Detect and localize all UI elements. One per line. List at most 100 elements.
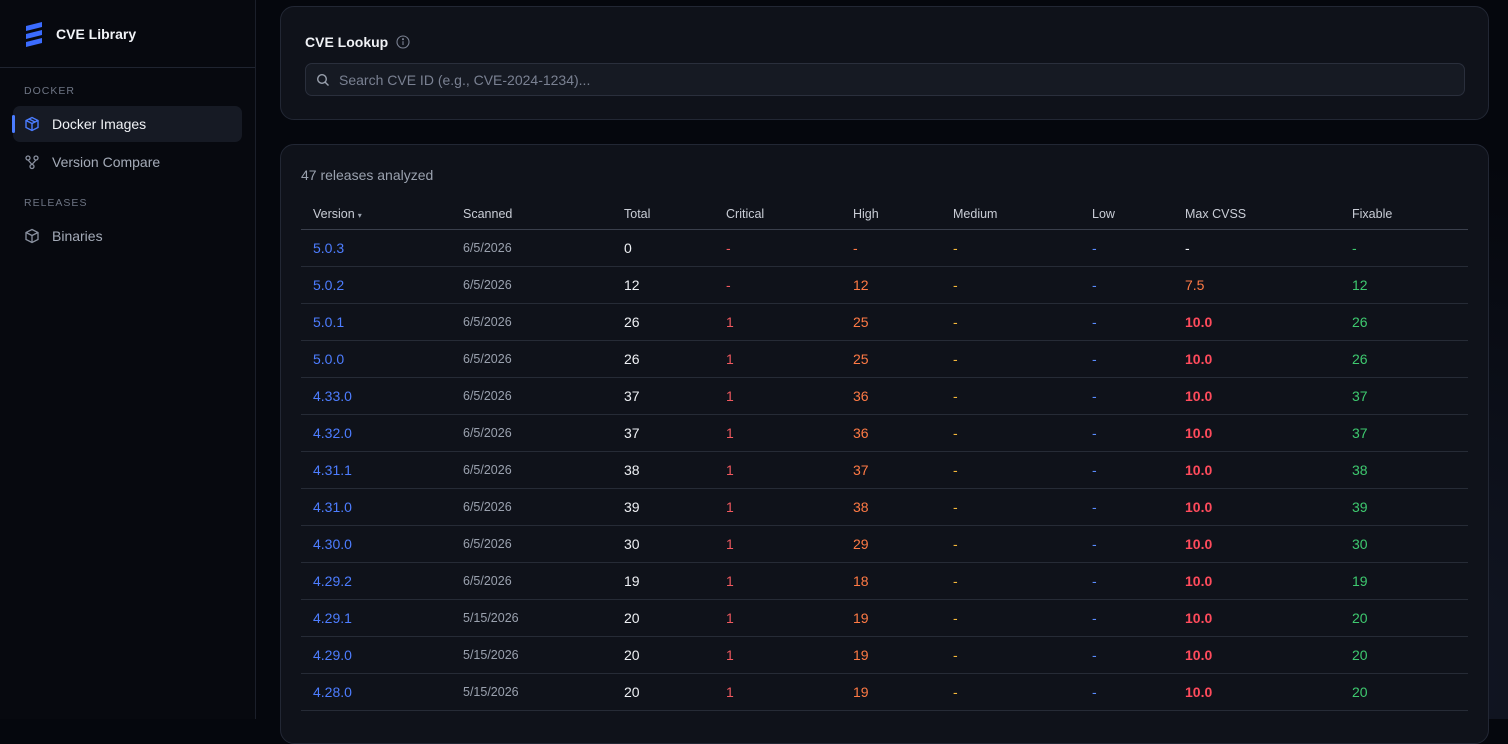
app-name: CVE Library xyxy=(56,25,137,42)
high-count: 25 xyxy=(841,340,941,378)
critical-count: - xyxy=(714,266,841,304)
low-count: - xyxy=(1080,525,1173,563)
cve-search-box[interactable] xyxy=(305,63,1465,96)
table-row[interactable]: 4.33.0 6/5/2026 37 1 36- -10.0 37 xyxy=(301,377,1468,415)
medium-count: - xyxy=(941,229,1080,267)
section-label-docker: DOCKER xyxy=(24,85,75,97)
fixable-count: 39 xyxy=(1340,488,1468,526)
max-cvss: 10.0 xyxy=(1173,599,1340,637)
version-link[interactable]: 4.31.0 xyxy=(301,488,451,526)
version-link[interactable]: 5.0.3 xyxy=(301,229,451,267)
low-count: - xyxy=(1080,488,1173,526)
max-cvss: 10.0 xyxy=(1173,636,1340,674)
sidebar-item-label: Docker Images xyxy=(52,116,147,132)
scanned-date: 6/5/2026 xyxy=(451,377,612,415)
info-icon[interactable] xyxy=(396,35,410,49)
low-count: - xyxy=(1080,414,1173,452)
version-link[interactable]: 5.0.0 xyxy=(301,340,451,378)
scanned-date: 6/5/2026 xyxy=(451,303,612,341)
table-row[interactable]: 4.31.1 6/5/2026 38 1 37- -10.0 38 xyxy=(301,451,1468,489)
total-count: 20 xyxy=(612,636,714,674)
critical-count: 1 xyxy=(714,303,841,341)
version-link[interactable]: 4.33.0 xyxy=(301,377,451,415)
table-row[interactable]: 5.0.3 6/5/2026 0- - - - - - xyxy=(301,229,1468,267)
fixable-count: 38 xyxy=(1340,451,1468,489)
medium-count: - xyxy=(941,488,1080,526)
max-cvss: 10.0 xyxy=(1173,673,1340,711)
low-count: - xyxy=(1080,229,1173,267)
table-row[interactable]: 4.28.0 5/15/2026 20 1 19- -10.0 20 xyxy=(301,673,1468,711)
max-cvss: - xyxy=(1173,229,1340,267)
column-header-max-cvss[interactable]: Max CVSS xyxy=(1173,200,1340,230)
version-link[interactable]: 4.29.2 xyxy=(301,562,451,600)
column-header-scanned[interactable]: Scanned xyxy=(451,200,612,230)
fixable-count: 12 xyxy=(1340,266,1468,304)
critical-count: - xyxy=(714,229,841,267)
total-count: 0 xyxy=(612,229,714,267)
low-count: - xyxy=(1080,266,1173,304)
table-row[interactable]: 4.32.0 6/5/2026 37 1 36- -10.0 37 xyxy=(301,414,1468,452)
table-row[interactable]: 4.29.2 6/5/2026 19 1 18- -10.0 19 xyxy=(301,562,1468,600)
sort-desc-icon: ▾ xyxy=(357,211,362,221)
fixable-count: 37 xyxy=(1340,377,1468,415)
scanned-date: 5/15/2026 xyxy=(451,599,612,637)
column-header-total[interactable]: Total xyxy=(612,200,714,230)
table-row[interactable]: 4.29.0 5/15/2026 20 1 19- -10.0 20 xyxy=(301,636,1468,674)
search-icon xyxy=(316,73,330,87)
column-header-fixable[interactable]: Fixable xyxy=(1340,200,1468,230)
column-header-critical[interactable]: Critical xyxy=(714,200,841,230)
high-count: 29 xyxy=(841,525,941,563)
total-count: 20 xyxy=(612,673,714,711)
low-count: - xyxy=(1080,303,1173,341)
critical-count: 1 xyxy=(714,673,841,711)
version-link[interactable]: 4.28.0 xyxy=(301,673,451,711)
cve-lookup-card: CVE Lookup xyxy=(280,6,1489,120)
releases-card: 47 releases analyzed Version ▾ Scanned To… xyxy=(280,144,1489,744)
version-link[interactable]: 4.29.1 xyxy=(301,599,451,637)
high-count: 12 xyxy=(841,266,941,304)
cve-search-input[interactable] xyxy=(339,71,1439,88)
max-cvss: 7.5 xyxy=(1173,266,1340,304)
table-row[interactable]: 5.0.2 6/5/2026 12-12- -7.5 12 xyxy=(301,266,1468,304)
cve-lookup-title: CVE Lookup xyxy=(305,34,410,50)
version-link[interactable]: 4.30.0 xyxy=(301,525,451,563)
version-link[interactable]: 4.32.0 xyxy=(301,414,451,452)
sidebar-item-version-compare[interactable]: Version Compare xyxy=(13,144,242,180)
high-count: 19 xyxy=(841,599,941,637)
table-row[interactable]: 4.30.0 6/5/2026 30 1 29- -10.0 30 xyxy=(301,525,1468,563)
version-link[interactable]: 4.31.1 xyxy=(301,451,451,489)
cve-lookup-title-text: CVE Lookup xyxy=(305,34,389,50)
sidebar-item-binaries[interactable]: Binaries xyxy=(13,218,242,254)
total-count: 26 xyxy=(612,340,714,378)
sidebar-item-docker-images[interactable]: Docker Images xyxy=(12,106,242,142)
high-count: 19 xyxy=(841,673,941,711)
total-count: 20 xyxy=(612,599,714,637)
max-cvss: 10.0 xyxy=(1173,303,1340,341)
table-row[interactable]: 5.0.1 6/5/2026 26 1 25- -10.0 26 xyxy=(301,303,1468,341)
max-cvss: 10.0 xyxy=(1173,377,1340,415)
version-link[interactable]: 5.0.2 xyxy=(301,266,451,304)
total-count: 39 xyxy=(612,488,714,526)
column-header-medium[interactable]: Medium xyxy=(941,200,1080,230)
medium-count: - xyxy=(941,525,1080,563)
total-count: 38 xyxy=(612,451,714,489)
version-link[interactable]: 5.0.1 xyxy=(301,303,451,341)
medium-count: - xyxy=(941,340,1080,378)
critical-count: 1 xyxy=(714,377,841,415)
critical-count: 1 xyxy=(714,525,841,563)
table-row[interactable]: 4.31.0 6/5/2026 39 1 38- -10.0 39 xyxy=(301,488,1468,526)
column-header-high[interactable]: High xyxy=(841,200,941,230)
scanned-date: 6/5/2026 xyxy=(451,414,612,452)
total-count: 37 xyxy=(612,377,714,415)
scanned-date: 6/5/2026 xyxy=(451,229,612,267)
column-header-version[interactable]: Version ▾ xyxy=(301,200,451,230)
table-row[interactable]: 5.0.0 6/5/2026 26 1 25- -10.0 26 xyxy=(301,340,1468,378)
version-link[interactable]: 4.29.0 xyxy=(301,636,451,674)
table-row[interactable]: 4.29.1 5/15/2026 20 1 19- -10.0 20 xyxy=(301,599,1468,637)
critical-count: 1 xyxy=(714,451,841,489)
medium-count: - xyxy=(941,414,1080,452)
brand[interactable]: CVE Library xyxy=(0,0,255,68)
column-header-low[interactable]: Low xyxy=(1080,200,1173,230)
max-cvss: 10.0 xyxy=(1173,525,1340,563)
main-content: CVE Lookup 47 releases analyzed xyxy=(256,0,1508,744)
